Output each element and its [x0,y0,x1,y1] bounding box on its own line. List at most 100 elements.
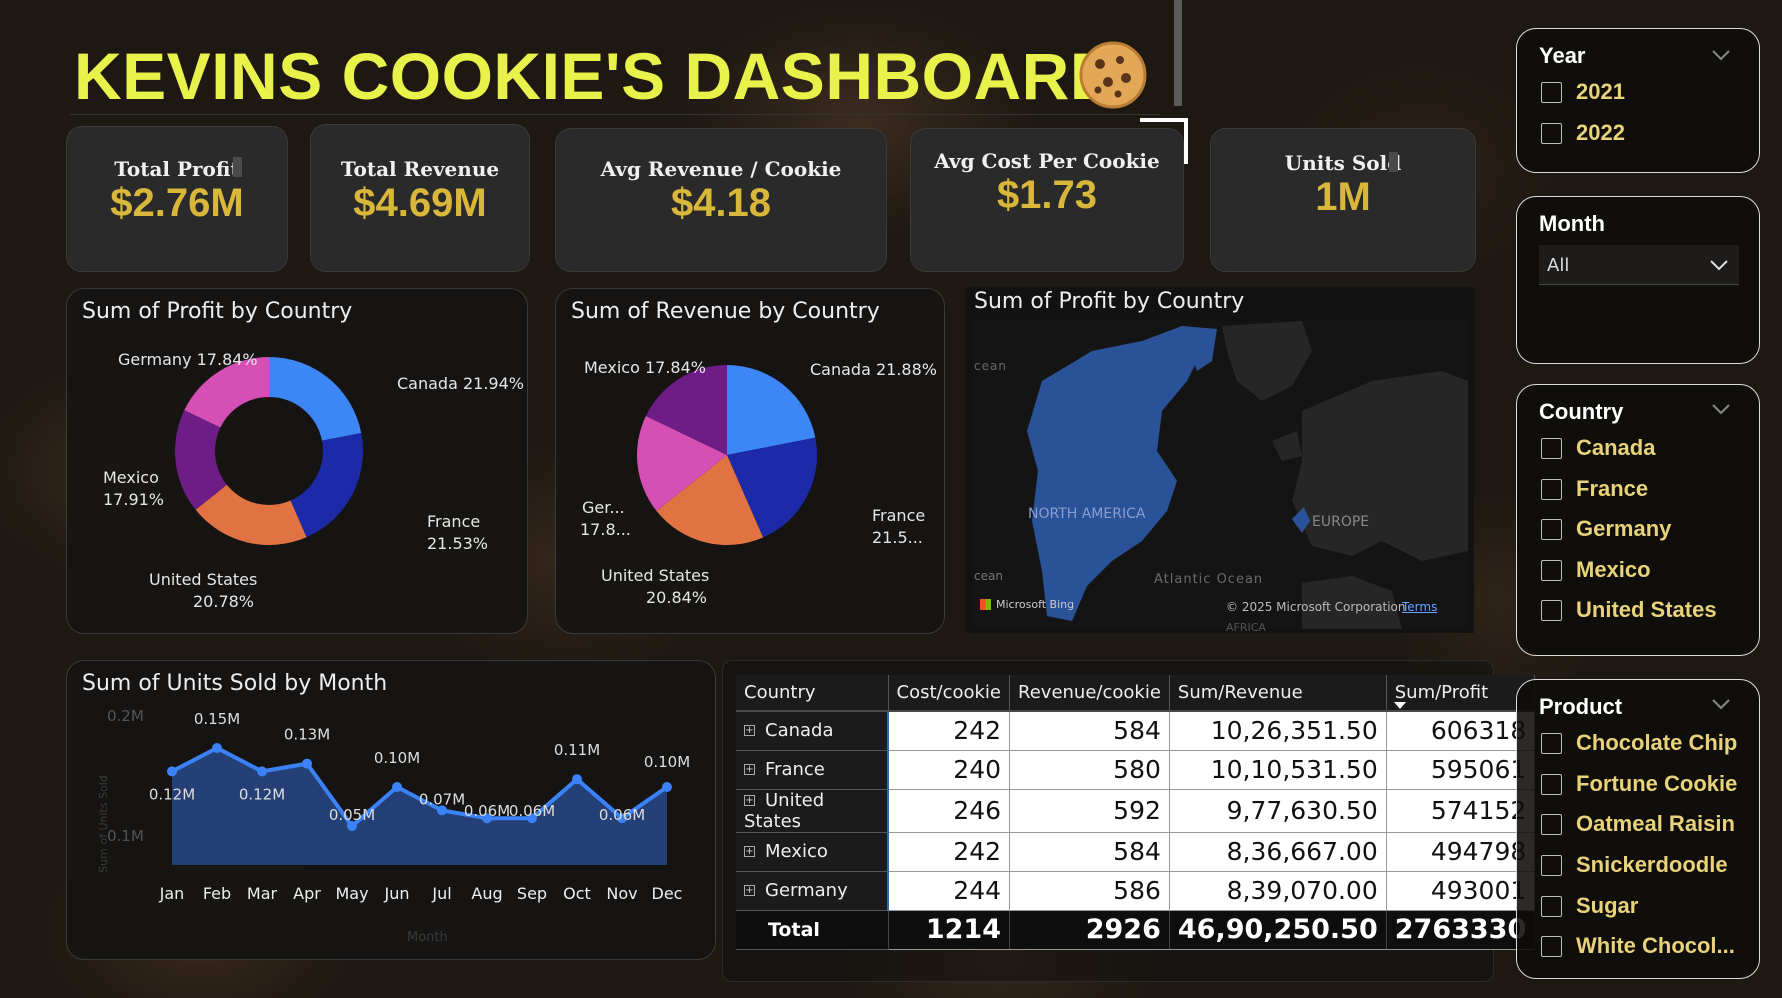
kpi-card-units-sold[interactable]: Units Sold 1M [1210,128,1476,272]
country-option-france[interactable]: France [1541,476,1648,502]
cell-sum-profit: 493001 [1386,871,1536,911]
checkbox[interactable] [1541,854,1562,876]
x-tick-label: Nov [606,884,637,903]
checkbox[interactable] [1541,437,1562,459]
product-option-oatmeal-raisin[interactable]: Oatmeal Raisin [1541,811,1735,837]
data-point[interactable] [302,758,312,769]
y-tick-label: 0.2M [107,707,144,725]
country-option-united-states[interactable]: United States [1541,597,1717,623]
cell-total-label: Total [736,910,889,950]
pie-label-france: France [872,506,926,525]
profit-by-country-donut-panel[interactable]: Sum of Profit by Country Germany 17.84% … [66,288,528,634]
month-slicer[interactable]: Month All [1516,196,1760,364]
cell-revenue-per-cookie: 592 [1009,789,1170,833]
expand-icon[interactable]: + [744,846,755,857]
cell-sum-revenue: 9,77,630.50 [1169,789,1387,833]
kpi-card-avg-revenue[interactable]: Avg Revenue / Cookie $4.18 [555,128,887,272]
data-label: 0.10M [644,753,690,771]
expand-icon[interactable]: + [744,764,755,775]
table-row[interactable]: + Canada 242 584 10,26,351.50 606318 [736,711,1536,751]
profit-donut-chart[interactable] [67,289,529,635]
x-tick-label: Feb [203,884,231,903]
kpi-card-total-profit[interactable]: Total Profit $2.76M [66,126,288,272]
checkbox[interactable] [1541,732,1562,754]
chevron-down-icon[interactable] [1709,259,1729,271]
checkbox[interactable] [1541,599,1562,621]
year-option-2022[interactable]: 2022 [1541,120,1625,146]
table-row[interactable]: + Mexico 242 584 8,36,667.00 494798 [736,832,1536,872]
cell-sum-revenue: 10,26,351.50 [1169,711,1387,751]
donut-slice-france[interactable] [290,433,363,538]
map-label-north-america: NORTH AMERICA [1028,506,1146,522]
product-option-chocolate-chip[interactable]: Chocolate Chip [1541,730,1737,756]
product-slicer[interactable]: Product Chocolate Chip Fortune Cookie Oa… [1516,679,1760,979]
header-revenue-per-cookie[interactable]: Revenue/cookie [1009,675,1170,712]
header-country[interactable]: Country [736,675,889,712]
title-underline [70,114,1160,115]
year-option-2021[interactable]: 2021 [1541,79,1625,105]
product-option-sugar[interactable]: Sugar [1541,893,1638,919]
expand-icon[interactable]: + [744,885,755,896]
data-point[interactable] [662,782,672,792]
kpi-label: Units Sold [1284,151,1402,175]
country-option-canada[interactable]: Canada [1541,435,1655,461]
cell-country: United States [744,789,825,832]
data-point[interactable] [257,766,267,777]
product-option-fortune-cookie[interactable]: Fortune Cookie [1541,771,1737,797]
year-slicer[interactable]: Year 2021 2022 [1516,28,1760,173]
checkbox[interactable] [1541,478,1562,500]
country-slicer[interactable]: Country Canada France Germany Mexico Uni… [1516,384,1760,656]
data-label: 0.06M [509,802,555,820]
expand-icon[interactable]: + [744,725,755,737]
cell-revenue-per-cookie: 584 [1009,711,1170,751]
units-sold-area-chart[interactable]: 0.12M Jan 0.15M Feb 0.12M Mar 0.13M Apr 0.05M May… [67,661,717,961]
data-point[interactable] [167,766,177,777]
checkbox[interactable] [1541,935,1562,957]
checkbox[interactable] [1541,518,1562,540]
data-point[interactable] [572,774,582,785]
checkbox[interactable] [1541,122,1562,144]
donut-label-france-pct: 21.53% [427,534,489,553]
data-label: 0.13M [284,726,330,744]
checkbox[interactable] [1541,895,1562,917]
product-option-snickerdoodle[interactable]: Snickerdoodle [1541,852,1728,878]
donut-slice-canada[interactable] [269,357,362,441]
sort-desc-icon[interactable] [1393,702,1406,709]
country-option-germany[interactable]: Germany [1541,516,1671,542]
x-tick-label: Sep [517,884,547,903]
country-option-mexico[interactable]: Mexico [1541,557,1651,583]
checkbox[interactable] [1541,81,1562,103]
header-sum-profit[interactable]: Sum/Profit [1386,675,1536,712]
table-row[interactable]: + United States 246 592 9,77,630.50 57415… [736,789,1536,833]
table-row[interactable]: + Germany 244 586 8,39,070.00 493001 [736,871,1536,911]
map-label-europe: EUROPE [1312,514,1370,530]
map-terms-link[interactable]: Terms [1402,596,1437,618]
pie-label-us: United States [601,566,710,585]
table-row[interactable]: + France 240 580 10,10,531.50 595061 [736,750,1536,790]
chevron-down-icon[interactable] [1711,698,1731,710]
profit-by-country-map-panel[interactable]: Sum of Profit by Country cean NORTH AMER… [966,287,1474,634]
kpi-value: $4.69M [353,181,487,225]
title-divider [1174,0,1182,106]
table-header-row: Country Cost/cookie Revenue/cookie Sum/R… [736,675,1536,712]
month-dropdown[interactable]: All [1539,245,1739,285]
units-sold-by-month-panel[interactable]: Sum of Units Sold by Month 0.12M Jan 0.15M… [66,660,716,960]
checkbox[interactable] [1541,773,1562,795]
chevron-down-icon[interactable] [1711,49,1731,61]
data-point[interactable] [392,782,402,792]
header-sum-revenue[interactable]: Sum/Revenue [1169,675,1387,712]
product-option-white-chocolate[interactable]: White Chocol... [1541,933,1735,959]
data-label: 0.12M [149,785,195,803]
expand-icon[interactable]: + [744,794,755,806]
header-cost-per-cookie[interactable]: Cost/cookie [888,675,1011,712]
checkbox[interactable] [1541,813,1562,835]
data-point[interactable] [212,743,222,753]
revenue-by-country-pie-panel[interactable]: Sum of Revenue by Country Mexico 17.84% … [555,288,945,634]
kpi-card-avg-cost[interactable]: Avg Cost Per Cookie $1.73 [910,128,1184,272]
checkbox[interactable] [1541,559,1562,581]
cell-country: Canada [765,720,834,742]
kpi-value: 1M [1315,175,1371,219]
country-summary-table[interactable]: Country Cost/cookie Revenue/cookie Sum/R… [736,675,1536,950]
chevron-down-icon[interactable] [1711,403,1731,415]
kpi-card-total-revenue[interactable]: Total Revenue $4.69M [310,124,530,272]
